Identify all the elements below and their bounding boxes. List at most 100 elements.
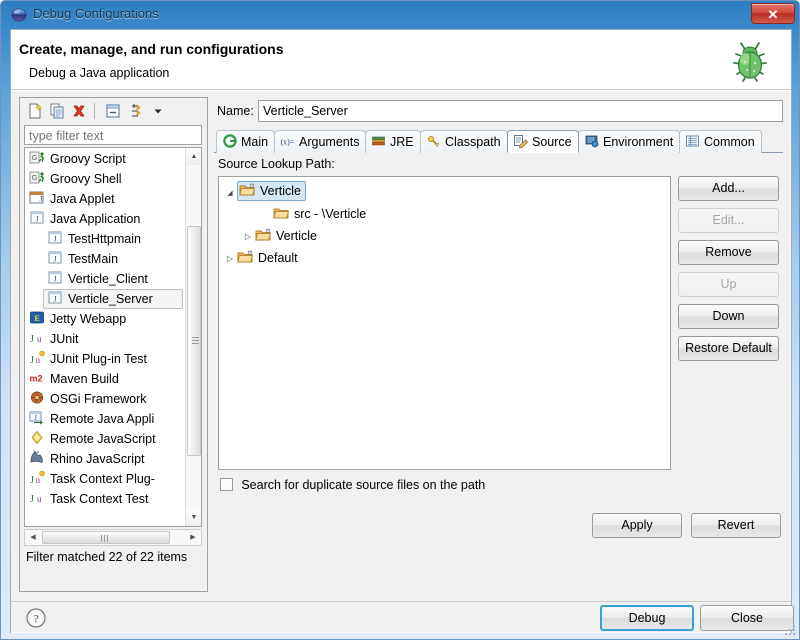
toolbar-separator [94,103,95,119]
tab-classpath[interactable]: Classpath [420,130,508,153]
configuration-tree-item[interactable]: Ju JUnit Plug-in Test [25,349,187,369]
configuration-tree-item[interactable]: Ju Task Context Plug- [25,469,187,489]
tab-label: Main [241,135,269,149]
tab-common[interactable]: Common [679,130,762,153]
configuration-name-input[interactable] [258,100,783,122]
svg-text:J: J [30,355,34,366]
remove-button[interactable]: Remove [678,240,779,265]
configuration-tree-item-label: TestHttpmain [68,232,141,246]
configuration-tree-item-label: JUnit Plug-in Test [50,352,148,366]
java-application-icon: J [30,211,44,224]
maven-build-icon: m2 [30,374,43,384]
tree-expand-arrow-icon[interactable]: ◢ [223,183,237,205]
configuration-tree-item-label: Verticle_Server [68,292,153,306]
java-launch-icon: J [48,251,62,264]
configuration-tree-item[interactable]: J Java Applet [25,189,187,209]
configuration-tree-item[interactable]: Rhino JavaScript [25,449,187,469]
tab-source[interactable]: Source [507,130,579,153]
debug-configurations-window: Debug Configurations ✕ Create, manage, a… [0,0,800,640]
tab-jre[interactable]: JRE [365,130,421,153]
junit-plugin-test-icon: Ju [30,350,45,366]
filter-launch-configurations-icon[interactable] [128,102,146,120]
close-window-button[interactable]: ✕ [751,3,795,24]
source-path-tree-item[interactable]: ◢ J Verticle [223,181,366,203]
configuration-tree-item[interactable]: m2 Maven Build [25,369,187,389]
selected-item-wrapper: J Verticle [237,181,306,201]
configuration-tree-item[interactable]: J TestHttpmain [25,229,187,249]
new-configuration-icon[interactable] [26,102,44,120]
scroll-thumb-vertical[interactable] [187,226,201,456]
tab-environment[interactable]: Environment [578,130,681,153]
project-folder-icon: J [239,184,255,196]
source-path-tree-item[interactable]: src - \Verticle [223,203,366,225]
configurations-tree-scrollbar-vertical[interactable]: ▲ ▼ [185,148,201,526]
source-path-item-label: Default [258,251,298,265]
delete-configuration-icon[interactable] [70,102,88,120]
tab-label: JRE [390,135,414,149]
osgi-framework-icon [30,391,44,404]
scroll-thumb-horizontal[interactable] [42,531,170,544]
task-context-test-icon: Ju [30,494,42,505]
configurations-toolbar [20,98,207,124]
configuration-tree-item[interactable]: G Groovy Script [25,149,187,169]
down-button[interactable]: Down [678,304,779,329]
add-button[interactable]: Add... [678,176,779,201]
common-tab-icon [686,135,699,147]
junit-icon: Ju [30,334,42,345]
revert-button[interactable]: Revert [691,513,781,538]
configuration-tree-item-label: Java Applet [50,192,115,206]
configuration-tree-item[interactable]: Ju JUnit [25,329,187,349]
svg-text:J: J [40,195,43,204]
configuration-tree-item[interactable]: J TestMain [25,249,187,269]
filter-text-input[interactable] [24,125,202,145]
scroll-right-arrow-icon[interactable]: ▶ [185,530,201,545]
debug-button[interactable]: Debug [600,605,694,631]
java-applet-icon: J [29,191,44,204]
configuration-tree-item-label: Remote JavaScript [50,432,156,446]
debug-sphere-icon [11,7,27,23]
duplicate-configuration-icon[interactable] [48,102,66,120]
svg-text:u: u [36,475,41,485]
search-duplicate-source-checkbox[interactable] [220,478,233,491]
source-tab-icon [514,135,529,148]
close-button[interactable]: Close [700,605,794,631]
tree-expand-arrow-icon[interactable]: ▷ [241,226,255,248]
scroll-up-arrow-icon[interactable]: ▲ [186,148,201,165]
scroll-left-arrow-icon[interactable]: ◀ [25,530,41,545]
configurations-tree-scrollbar-horizontal[interactable]: ◀ ▶ [24,529,202,546]
configuration-tree-item[interactable]: Remote JavaScript [25,429,187,449]
configuration-tree-item[interactable]: E Jetty Webapp [25,309,187,329]
configuration-tree-item[interactable]: OSGi Framework [25,389,187,409]
configuration-tree-item[interactable]: J Remote Java Appli [25,409,187,429]
scroll-down-arrow-icon[interactable]: ▼ [186,509,201,526]
help-question-icon[interactable]: ? [25,607,47,629]
view-menu-chevron-icon[interactable] [152,102,164,120]
svg-text:u: u [37,334,42,344]
tab-main[interactable]: Main [216,130,276,153]
configuration-tabs: Main (x)= Arguments JRE Classpath Source Envir… [214,129,783,153]
source-lookup-path-tree[interactable]: ◢ J Verticle src - \Verticle ▷ J Verticle ▷ J Def… [218,176,671,470]
source-tab-content: Source Lookup Path: ◢ J Verticle src - \Ver… [214,153,783,573]
resize-grip-icon[interactable] [783,623,797,637]
source-path-tree-item[interactable]: ▷ J Default [223,247,366,269]
project-folder-icon: J [255,229,271,241]
collapse-all-icon[interactable] [104,102,122,120]
search-duplicate-source-checkbox-row[interactable]: Search for duplicate source files on the… [220,478,485,496]
configuration-tree-item[interactable]: J Java Application [25,209,187,229]
apply-button[interactable]: Apply [592,513,682,538]
svg-text:G: G [32,155,37,162]
configuration-tree-item[interactable]: Ju Task Context Test [25,489,187,509]
source-path-tree-item[interactable]: ▷ J Verticle [223,225,366,247]
jetty-webapp-icon: E [30,311,44,324]
svg-text:?: ? [33,612,38,626]
window-title: Debug Configurations [33,6,159,21]
configuration-tree-item[interactable]: J Verticle_Client [25,269,187,289]
tab-arguments[interactable]: (x)= Arguments [274,130,367,153]
groovy-shell-icon: G [29,171,44,184]
tree-expand-arrow-icon[interactable]: ▷ [223,248,237,270]
restore-default-button[interactable]: Restore Default [678,336,779,361]
configuration-tree-item[interactable]: G Groovy Shell [25,169,187,189]
configuration-tree-item[interactable]: J Verticle_Server [43,289,183,309]
configurations-tree[interactable]: G Groovy Script G Groovy Shell J Java Applet J… [24,147,202,527]
svg-text:E: E [34,314,39,323]
